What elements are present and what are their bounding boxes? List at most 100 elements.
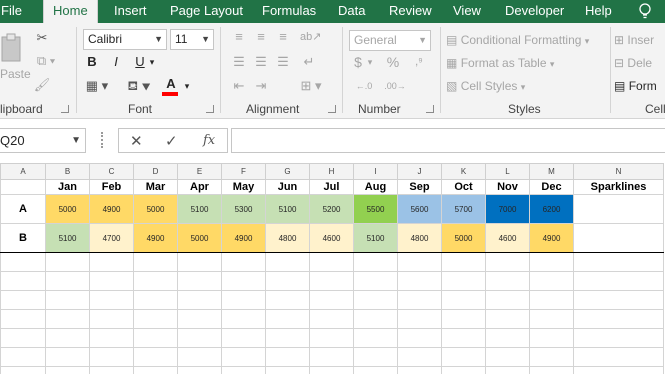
format-cells-button[interactable]: ▤ Form <box>614 79 657 93</box>
value-cell[interactable]: 5000 <box>133 194 178 224</box>
name-box[interactable]: Q20 ▼ <box>0 128 86 153</box>
format-painter-icon[interactable]: 🖌 <box>33 77 51 93</box>
cell[interactable] <box>0 309 46 329</box>
value-cell[interactable]: 5500 <box>353 194 398 224</box>
cell[interactable] <box>397 290 442 310</box>
tab-insert[interactable]: Insert <box>114 0 147 23</box>
cell[interactable] <box>133 366 178 374</box>
tab-page-layout[interactable]: Page Layout <box>170 0 243 23</box>
value-cell[interactable]: 4900 <box>529 223 574 253</box>
month-header-cell[interactable]: Apr <box>177 179 222 195</box>
cell[interactable] <box>441 366 486 374</box>
fill-color-icon[interactable]: ⛾ ▾ <box>126 78 152 94</box>
cell[interactable] <box>353 309 398 329</box>
sparklines-header-cell[interactable]: Sparklines <box>573 179 664 195</box>
value-cell[interactable]: 5300 <box>221 194 266 224</box>
tab-review[interactable]: Review <box>389 0 432 23</box>
tab-help[interactable]: Help <box>585 0 612 23</box>
number-launcher-icon[interactable] <box>426 105 434 113</box>
cell[interactable] <box>45 290 90 310</box>
align-center-icon[interactable]: ☰ <box>253 54 269 70</box>
column-header-c[interactable]: C <box>89 163 134 180</box>
font-color-button[interactable]: A <box>163 76 179 92</box>
cell[interactable] <box>397 328 442 348</box>
tab-formulas[interactable]: Formulas <box>262 0 316 23</box>
increase-decimal-icon[interactable]: ←.0 <box>352 78 376 94</box>
orientation-icon[interactable]: ab↗ <box>300 29 321 45</box>
cell[interactable] <box>573 309 664 329</box>
comma-style-icon[interactable]: ,⁹ <box>410 54 428 70</box>
value-cell[interactable]: 4900 <box>89 194 134 224</box>
cell[interactable] <box>529 271 574 291</box>
tab-file[interactable]: File <box>1 0 22 23</box>
cell[interactable] <box>89 290 134 310</box>
value-cell[interactable]: 4800 <box>265 223 310 253</box>
month-header-cell[interactable]: Jan <box>45 179 90 195</box>
cell[interactable] <box>441 328 486 348</box>
borders-icon[interactable]: ▦ ▾ <box>85 78 109 94</box>
cell[interactable] <box>133 328 178 348</box>
cell[interactable] <box>309 309 354 329</box>
cell[interactable] <box>265 271 310 291</box>
cell[interactable] <box>573 290 664 310</box>
cancel-icon[interactable]: ✕ <box>130 132 143 150</box>
cell[interactable] <box>0 366 46 374</box>
alignment-launcher-icon[interactable] <box>328 105 336 113</box>
column-header-b[interactable]: B <box>45 163 90 180</box>
cell[interactable] <box>529 252 574 272</box>
cell[interactable] <box>309 290 354 310</box>
font-launcher-icon[interactable] <box>206 105 214 113</box>
cell[interactable] <box>529 328 574 348</box>
tab-home[interactable]: Home <box>43 0 98 23</box>
cell[interactable] <box>0 271 46 291</box>
cell[interactable] <box>573 252 664 272</box>
wrap-text-icon[interactable]: ↵ <box>300 54 318 70</box>
month-header-cell[interactable]: Aug <box>353 179 398 195</box>
cell[interactable] <box>0 347 46 367</box>
cell[interactable] <box>573 347 664 367</box>
cell[interactable] <box>309 366 354 374</box>
cell[interactable] <box>441 271 486 291</box>
value-cell[interactable]: 5700 <box>441 194 486 224</box>
value-cell[interactable]: 5100 <box>177 194 222 224</box>
align-top-icon[interactable]: ≡ <box>231 29 247 45</box>
cell[interactable] <box>45 347 90 367</box>
sparkline-cell[interactable] <box>573 194 664 224</box>
cell[interactable] <box>529 366 574 374</box>
lightbulb-icon[interactable] <box>637 3 653 20</box>
value-cell[interactable]: 6200 <box>529 194 574 224</box>
align-middle-icon[interactable]: ≡ <box>253 29 269 45</box>
column-header-m[interactable]: M <box>529 163 574 180</box>
enter-icon[interactable]: ✓ <box>165 132 178 150</box>
value-cell[interactable]: 4900 <box>221 223 266 253</box>
value-cell[interactable]: 4600 <box>485 223 530 253</box>
cell[interactable] <box>485 347 530 367</box>
cell[interactable] <box>0 252 46 272</box>
cell[interactable] <box>221 290 266 310</box>
value-cell[interactable]: 4800 <box>397 223 442 253</box>
value-cell[interactable]: 7000 <box>485 194 530 224</box>
cell[interactable] <box>441 290 486 310</box>
cell[interactable] <box>177 347 222 367</box>
cell[interactable] <box>177 290 222 310</box>
value-cell[interactable]: 5000 <box>441 223 486 253</box>
cell[interactable] <box>573 366 664 374</box>
cell[interactable] <box>265 252 310 272</box>
cell[interactable] <box>89 328 134 348</box>
cell[interactable] <box>89 347 134 367</box>
cell[interactable] <box>309 328 354 348</box>
cell[interactable] <box>89 271 134 291</box>
cell[interactable] <box>177 366 222 374</box>
cell[interactable] <box>441 309 486 329</box>
cell[interactable] <box>221 252 266 272</box>
column-header-e[interactable]: E <box>177 163 222 180</box>
cell[interactable] <box>89 252 134 272</box>
cell[interactable] <box>485 366 530 374</box>
cell[interactable] <box>529 309 574 329</box>
cell[interactable] <box>45 252 90 272</box>
cell[interactable] <box>133 290 178 310</box>
cell[interactable] <box>353 252 398 272</box>
month-header-cell[interactable]: Jul <box>309 179 354 195</box>
decrease-indent-icon[interactable]: ⇤ <box>231 78 247 94</box>
cell[interactable] <box>353 347 398 367</box>
